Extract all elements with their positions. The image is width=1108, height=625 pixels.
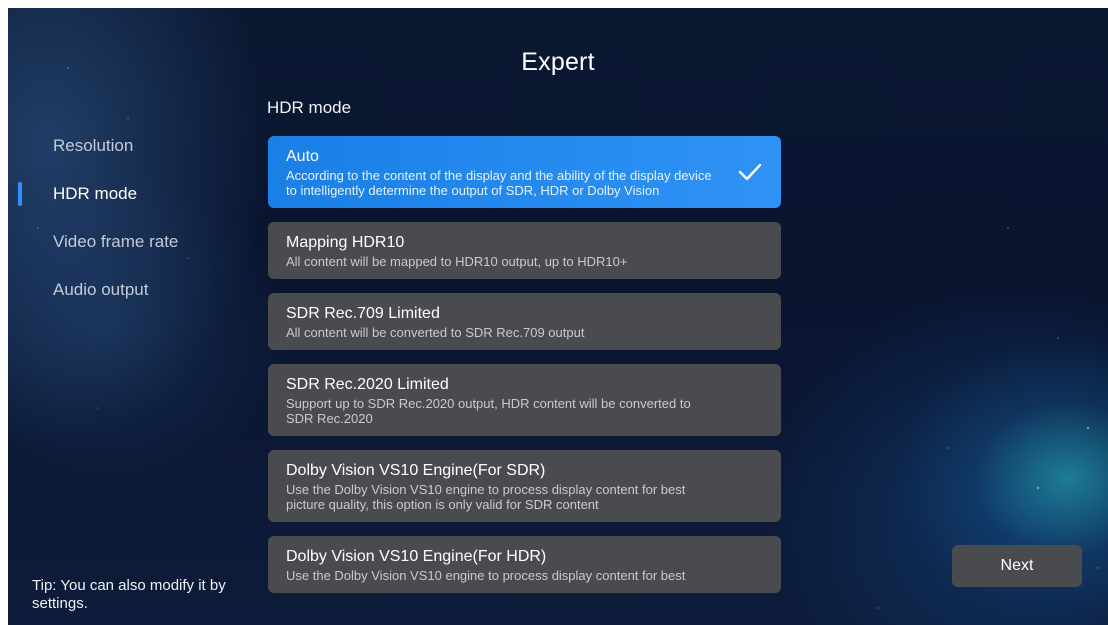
sidebar-item-label: Audio output (53, 280, 149, 299)
option-sdr-rec709-limited[interactable]: SDR Rec.709 Limited All content will be … (268, 293, 781, 350)
option-description: All content will be converted to SDR Rec… (286, 325, 585, 340)
sidebar-item-video-frame-rate[interactable]: Video frame rate (8, 224, 238, 272)
sidebar: Resolution HDR mode Video frame rate Aud… (8, 128, 238, 320)
option-auto[interactable]: Auto According to the content of the dis… (268, 136, 781, 208)
option-title: Dolby Vision VS10 Engine(For HDR) (286, 548, 547, 565)
sidebar-item-resolution[interactable]: Resolution (8, 128, 238, 176)
next-button[interactable]: Next (952, 545, 1082, 587)
option-dolby-vision-sdr[interactable]: Dolby Vision VS10 Engine(For SDR) Use th… (268, 450, 781, 522)
active-indicator (18, 182, 22, 206)
option-title: SDR Rec.2020 Limited (286, 376, 449, 393)
hdr-mode-options: Auto According to the content of the dis… (268, 136, 781, 607)
option-description: According to the content of the display … (286, 168, 712, 198)
option-mapping-hdr10[interactable]: Mapping HDR10 All content will be mapped… (268, 222, 781, 279)
option-dolby-vision-hdr[interactable]: Dolby Vision VS10 Engine(For HDR) Use th… (268, 536, 781, 593)
tip-text: Tip: You can also modify it by settings. (32, 577, 226, 612)
sidebar-item-label: Resolution (53, 136, 134, 155)
sidebar-item-label: Video frame rate (53, 232, 179, 251)
sidebar-item-audio-output[interactable]: Audio output (8, 272, 238, 320)
option-title: Auto (286, 148, 319, 165)
option-title: SDR Rec.709 Limited (286, 305, 440, 322)
option-description: All content will be mapped to HDR10 outp… (286, 254, 628, 269)
option-title: Mapping HDR10 (286, 234, 405, 251)
option-description: Use the Dolby Vision VS10 engine to proc… (286, 482, 686, 512)
expert-settings-screen: Expert HDR mode Resolution HDR mode Vide… (8, 8, 1108, 625)
sidebar-item-hdr-mode[interactable]: HDR mode (8, 176, 238, 224)
page-title: Expert (521, 48, 595, 76)
check-icon (738, 163, 762, 181)
option-title: Dolby Vision VS10 Engine(For SDR) (286, 462, 546, 479)
option-description: Use the Dolby Vision VS10 engine to proc… (286, 568, 686, 583)
option-description: Support up to SDR Rec.2020 output, HDR c… (286, 396, 691, 426)
section-label: HDR mode (267, 98, 352, 117)
sidebar-item-label: HDR mode (53, 184, 138, 203)
option-sdr-rec2020-limited[interactable]: SDR Rec.2020 Limited Support up to SDR R… (268, 364, 781, 436)
